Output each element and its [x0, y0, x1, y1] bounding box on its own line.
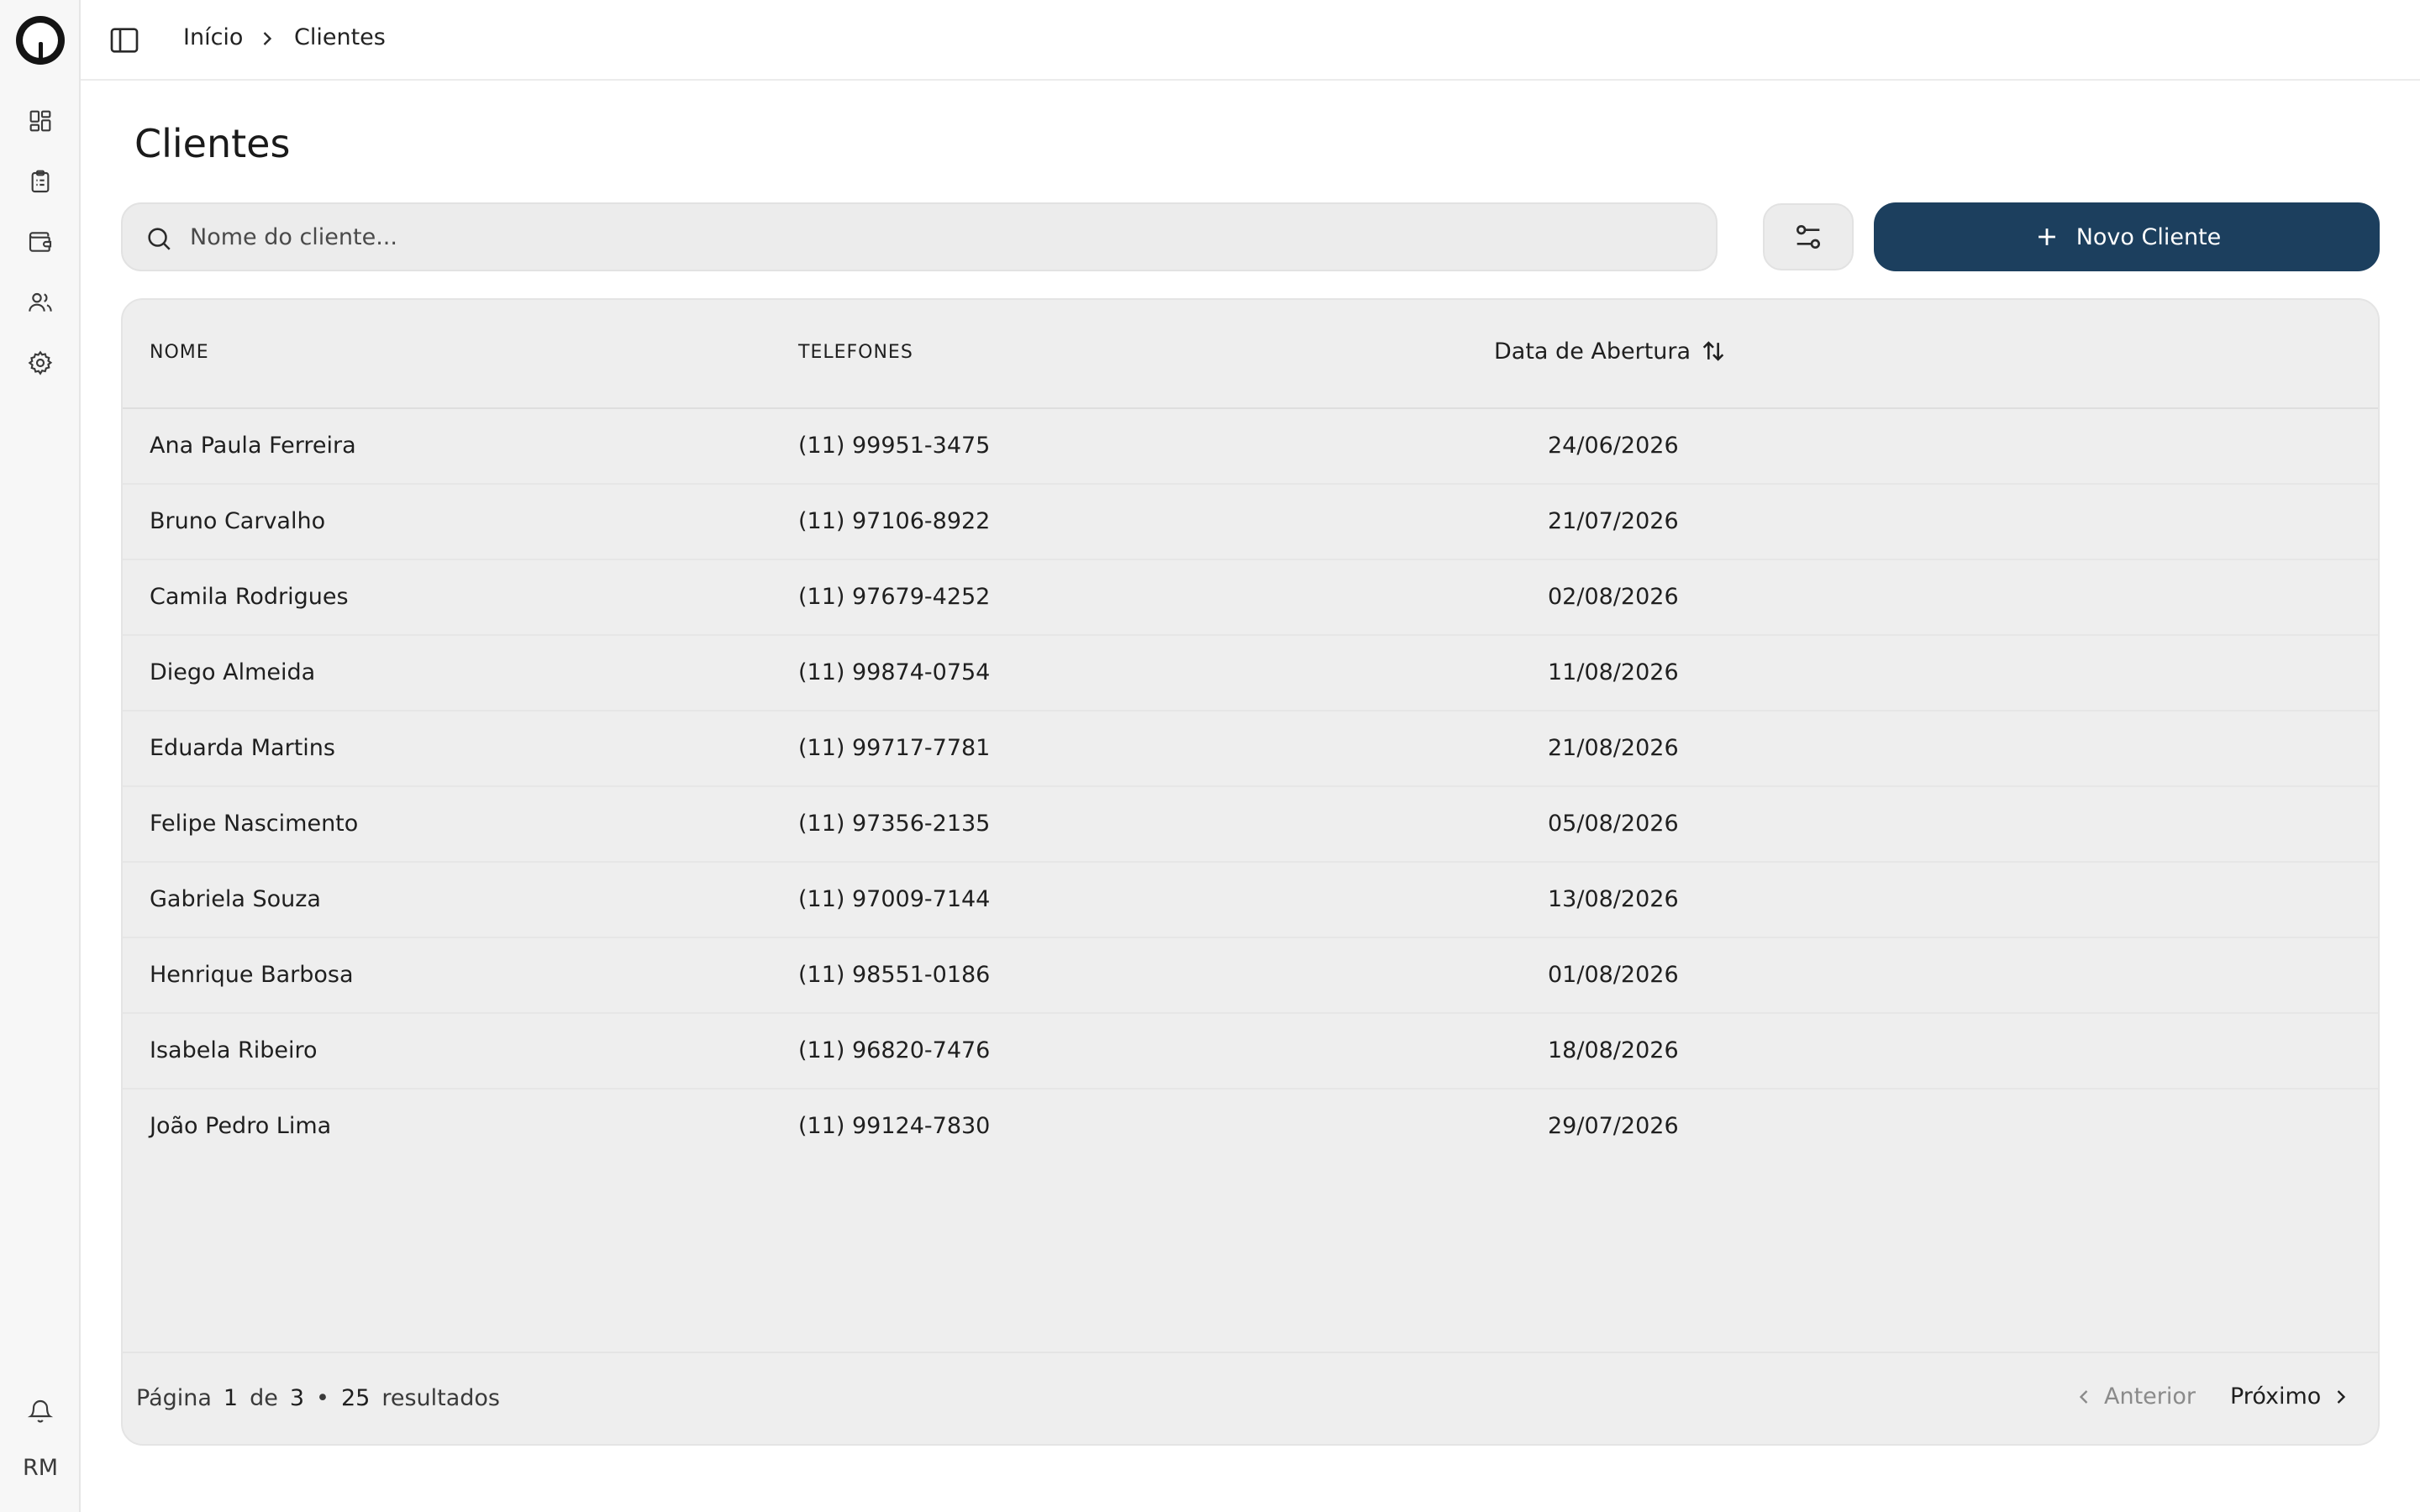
clipboard-icon — [31, 170, 50, 193]
cell-date: 29/07/2026 — [1548, 1113, 1679, 1139]
column-header-opened[interactable]: Data de Abertura — [1494, 337, 1728, 365]
cell-name: Diego Almeida — [150, 659, 316, 685]
cell-phone: (11) 97106-8922 — [798, 508, 991, 534]
plus-icon — [2038, 228, 2055, 245]
sidebar-item-settings[interactable] — [25, 348, 55, 378]
cell-phone: (11) 97679-4252 — [798, 584, 991, 610]
cell-name: Camila Rodrigues — [150, 584, 349, 610]
cell-date: 21/08/2026 — [1548, 735, 1679, 761]
search-box — [121, 202, 1718, 271]
cell-date: 13/08/2026 — [1548, 886, 1679, 912]
cell-phone: (11) 97009-7144 — [798, 886, 991, 912]
sliders-icon — [1797, 225, 1820, 249]
of-label: de — [250, 1385, 278, 1411]
table-row[interactable]: Eduarda Martins (11) 99717-7781 21/08/20… — [123, 711, 2378, 787]
cell-date: 11/08/2026 — [1548, 659, 1679, 685]
sidebar-item-clients[interactable] — [25, 287, 55, 318]
table-row[interactable]: Bruno Carvalho (11) 97106-8922 21/07/202… — [123, 485, 2378, 560]
cell-phone: (11) 99124-7830 — [798, 1113, 991, 1139]
cell-date: 05/08/2026 — [1548, 811, 1679, 837]
sidebar: RM — [0, 0, 81, 1512]
pagination: Página 1 de 3 • 25 resultados Anterior P… — [123, 1352, 2378, 1444]
cell-date: 21/07/2026 — [1548, 508, 1679, 534]
page-info: Página 1 de 3 • 25 resultados — [136, 1385, 500, 1411]
cell-name: Henrique Barbosa — [150, 962, 354, 988]
user-avatar[interactable]: RM — [0, 1452, 81, 1485]
table-row[interactable]: Gabriela Souza (11) 97009-7144 13/08/202… — [123, 863, 2378, 938]
top-header: Início Clientes — [81, 0, 2420, 81]
table-row[interactable]: Diego Almeida (11) 99874-0754 11/08/2026 — [123, 636, 2378, 711]
cell-name: Gabriela Souza — [150, 886, 321, 912]
cell-name: João Pedro Lima — [150, 1113, 332, 1139]
results-count: 25 — [340, 1385, 371, 1411]
cell-phone: (11) 99874-0754 — [798, 659, 991, 685]
new-client-button[interactable]: Novo Cliente — [1874, 202, 2380, 271]
clients-table: NOME TELEFONES Data de Abertura Ana Paul… — [121, 298, 2380, 1446]
new-client-label: Novo Cliente — [2075, 223, 2222, 250]
next-page-label: Próximo — [2230, 1383, 2322, 1410]
cell-phone: (11) 99951-3475 — [798, 433, 991, 459]
cell-name: Eduarda Martins — [150, 735, 335, 761]
app-logo[interactable] — [16, 16, 65, 65]
sidebar-item-orders[interactable] — [25, 166, 55, 197]
table-row[interactable]: Camila Rodrigues (11) 97679-4252 02/08/2… — [123, 560, 2378, 636]
column-header-phones: TELEFONES — [798, 342, 913, 363]
cell-phone: (11) 99717-7781 — [798, 735, 991, 761]
results-label: resultados — [381, 1385, 500, 1411]
table-row[interactable]: João Pedro Lima (11) 99124-7830 29/07/20… — [123, 1089, 2378, 1165]
table-row[interactable]: Ana Paula Ferreira (11) 99951-3475 24/06… — [123, 409, 2378, 485]
current-page: 1 — [223, 1385, 239, 1411]
sidebar-toggle-icon[interactable] — [108, 24, 141, 57]
sidebar-item-finance[interactable] — [25, 227, 55, 257]
column-header-name: NOME — [150, 342, 209, 363]
search-icon — [148, 228, 171, 250]
table-row[interactable]: Felipe Nascimento (11) 97356-2135 05/08/… — [123, 787, 2378, 863]
separator-dot: • — [316, 1385, 329, 1411]
cell-phone: (11) 98551-0186 — [798, 962, 991, 988]
column-header-opened-label: Data de Abertura — [1494, 338, 1691, 365]
chevron-left-icon — [2079, 1389, 2088, 1404]
sort-icon — [1702, 341, 1724, 361]
cell-date: 01/08/2026 — [1548, 962, 1679, 988]
cell-name: Isabela Ribeiro — [150, 1037, 318, 1063]
cell-date: 18/08/2026 — [1548, 1037, 1679, 1063]
chevron-right-icon — [2337, 1389, 2346, 1404]
previous-page-button[interactable]: Anterior — [2072, 1383, 2196, 1410]
filter-button[interactable] — [1763, 203, 1854, 270]
wallet-icon — [29, 232, 52, 252]
cell-phone: (11) 96820-7476 — [798, 1037, 991, 1063]
breadcrumb-current: Clientes — [294, 24, 386, 50]
dashboard-icon — [29, 110, 51, 132]
gear-icon — [28, 350, 53, 375]
cell-name: Felipe Nascimento — [150, 811, 359, 837]
cell-date: 24/06/2026 — [1548, 433, 1679, 459]
page-title: Clientes — [134, 121, 291, 166]
chevron-right-icon — [263, 32, 272, 45]
total-pages: 3 — [289, 1385, 305, 1411]
breadcrumb-home[interactable]: Início — [183, 23, 243, 53]
cell-phone: (11) 97356-2135 — [798, 811, 991, 837]
cell-name: Ana Paula Ferreira — [150, 433, 356, 459]
bell-icon — [27, 1400, 54, 1423]
cell-name: Bruno Carvalho — [150, 508, 326, 534]
search-input[interactable] — [190, 204, 1686, 270]
users-icon — [29, 292, 52, 312]
table-row[interactable]: Henrique Barbosa (11) 98551-0186 01/08/2… — [123, 938, 2378, 1014]
table-header: NOME TELEFONES Data de Abertura — [123, 300, 2378, 409]
notifications-button[interactable] — [25, 1396, 55, 1426]
table-row[interactable]: Isabela Ribeiro (11) 96820-7476 18/08/20… — [123, 1014, 2378, 1089]
page-label: Página — [136, 1385, 212, 1411]
previous-page-label: Anterior — [2104, 1383, 2196, 1410]
next-page-button[interactable]: Próximo — [2230, 1383, 2353, 1410]
cell-date: 02/08/2026 — [1548, 584, 1679, 610]
sidebar-item-dashboard[interactable] — [25, 106, 55, 136]
